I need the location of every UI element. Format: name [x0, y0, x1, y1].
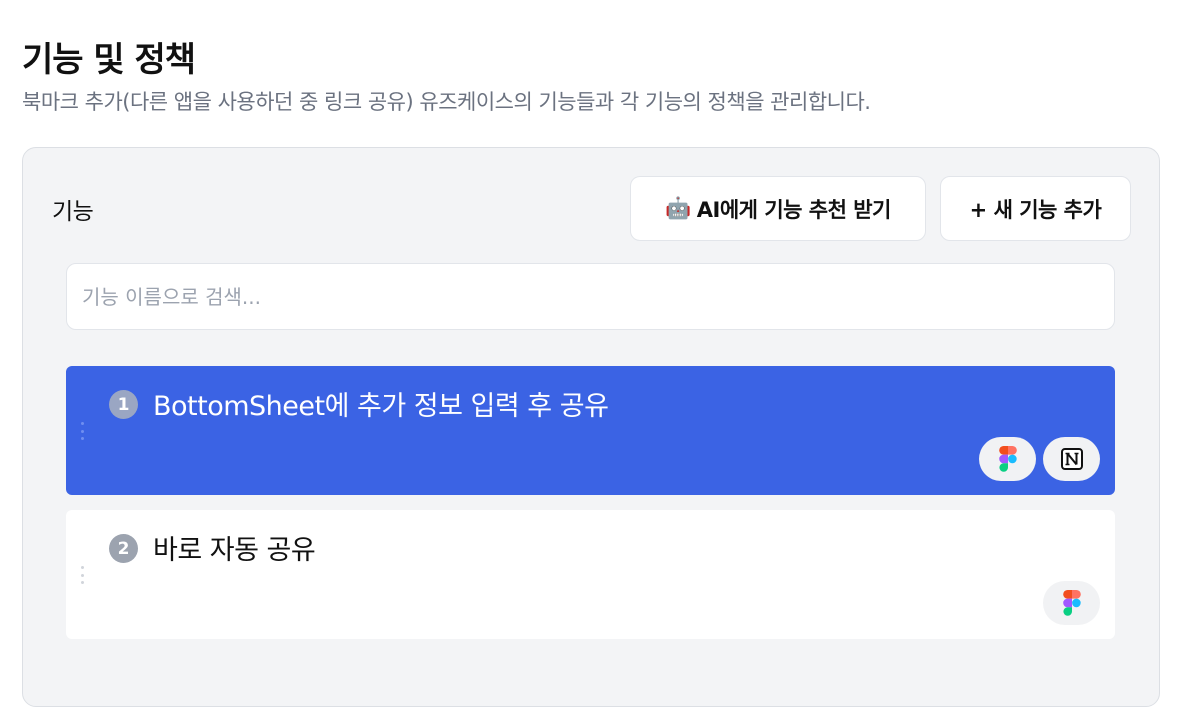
robot-icon: 🤖: [665, 196, 691, 220]
drag-handle-icon[interactable]: [80, 422, 84, 440]
notion-icon: [1060, 448, 1083, 470]
feature-number-badge: 1: [109, 390, 138, 419]
feature-name: 바로 자동 공유: [153, 535, 316, 566]
figma-icon: [998, 446, 1017, 472]
figma-chip[interactable]: [979, 437, 1036, 481]
page-title: 기능 및 정책: [22, 40, 196, 80]
figma-icon: [1062, 590, 1081, 616]
add-feature-label: + 새 기능 추가: [969, 197, 1102, 222]
drag-handle-icon[interactable]: [80, 566, 84, 584]
feature-number-badge: 2: [109, 534, 138, 563]
ai-recommend-button[interactable]: 🤖 AI에게 기능 추천 받기: [630, 176, 926, 241]
figma-chip[interactable]: [1043, 581, 1100, 625]
features-panel: 기능 🤖 AI에게 기능 추천 받기 + 새 기능 추가 1 BottomShe…: [22, 147, 1160, 707]
feature-search-input[interactable]: [66, 263, 1115, 330]
ai-recommend-label: AI에게 기능 추천 받기: [696, 197, 892, 222]
notion-chip[interactable]: [1043, 437, 1100, 481]
feature-name: BottomSheet에 추가 정보 입력 후 공유: [153, 391, 609, 422]
feature-card[interactable]: 1 BottomSheet에 추가 정보 입력 후 공유: [66, 366, 1115, 495]
page-subtitle: 북마크 추가(다른 앱을 사용하던 중 링크 공유) 유즈케이스의 기능들과 각…: [22, 90, 871, 114]
panel-title: 기능: [52, 199, 94, 225]
feature-card[interactable]: 2 바로 자동 공유: [66, 510, 1115, 639]
add-feature-button[interactable]: + 새 기능 추가: [940, 176, 1131, 241]
